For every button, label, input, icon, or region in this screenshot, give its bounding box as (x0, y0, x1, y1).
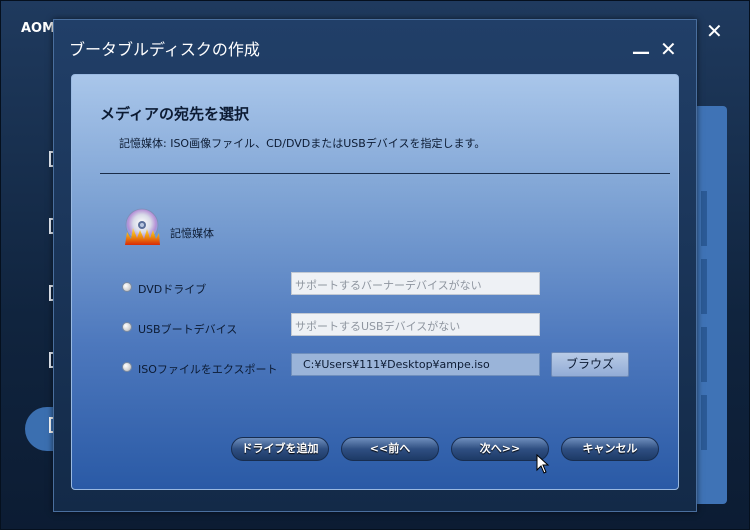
media-label: 記憶媒体 (170, 227, 214, 240)
back-button[interactable]: <<前へ (341, 437, 439, 461)
background-stripe (701, 395, 707, 450)
background-stripe (701, 191, 707, 246)
label-iso-export: ISOファイルをエクスポート (138, 363, 278, 376)
radio-iso-export[interactable] (122, 362, 132, 372)
radio-usb-device[interactable] (122, 322, 132, 332)
disc-icon (125, 208, 160, 245)
cancel-button[interactable]: キャンセル (561, 437, 659, 461)
add-drive-button[interactable]: ドライブを追加 (231, 437, 329, 461)
mouse-cursor-icon (536, 454, 550, 474)
iso-path-field[interactable]: C:¥Users¥111¥Desktop¥ampe.iso (291, 353, 540, 376)
dialog-title: ブータブルディスクの作成 (69, 40, 260, 59)
app-title: AOM (21, 21, 56, 36)
radio-dvd-drive[interactable] (122, 282, 132, 292)
label-dvd-drive: DVDドライブ (138, 283, 207, 296)
divider (100, 173, 670, 174)
browse-button[interactable]: ブラウズ (551, 352, 629, 377)
content-panel: メディアの宛先を選択 記憶媒体: ISO画像ファイル、CD/DVDまたはUSBデ… (71, 74, 679, 490)
background-stripe (701, 327, 707, 382)
background-stripe (701, 259, 707, 314)
minimize-icon[interactable]: — (632, 42, 650, 63)
app-close-icon[interactable]: ✕ (706, 19, 723, 43)
usb-device-field[interactable]: サポートするUSBデバイスがない (291, 313, 540, 336)
dvd-drive-field[interactable]: サポートするバーナーデバイスがない (291, 272, 540, 295)
next-button[interactable]: 次へ>> (451, 437, 549, 461)
bootable-disc-dialog: ブータブルディスクの作成 — ✕ メディアの宛先を選択 記憶媒体: ISO画像フ… (53, 19, 697, 512)
section-heading: メディアの宛先を選択 (100, 105, 249, 123)
section-description: 記憶媒体: ISO画像ファイル、CD/DVDまたはUSBデバイスを指定します。 (119, 137, 486, 150)
label-usb-device: USBブートデバイス (138, 323, 238, 336)
close-icon[interactable]: ✕ (660, 37, 677, 61)
